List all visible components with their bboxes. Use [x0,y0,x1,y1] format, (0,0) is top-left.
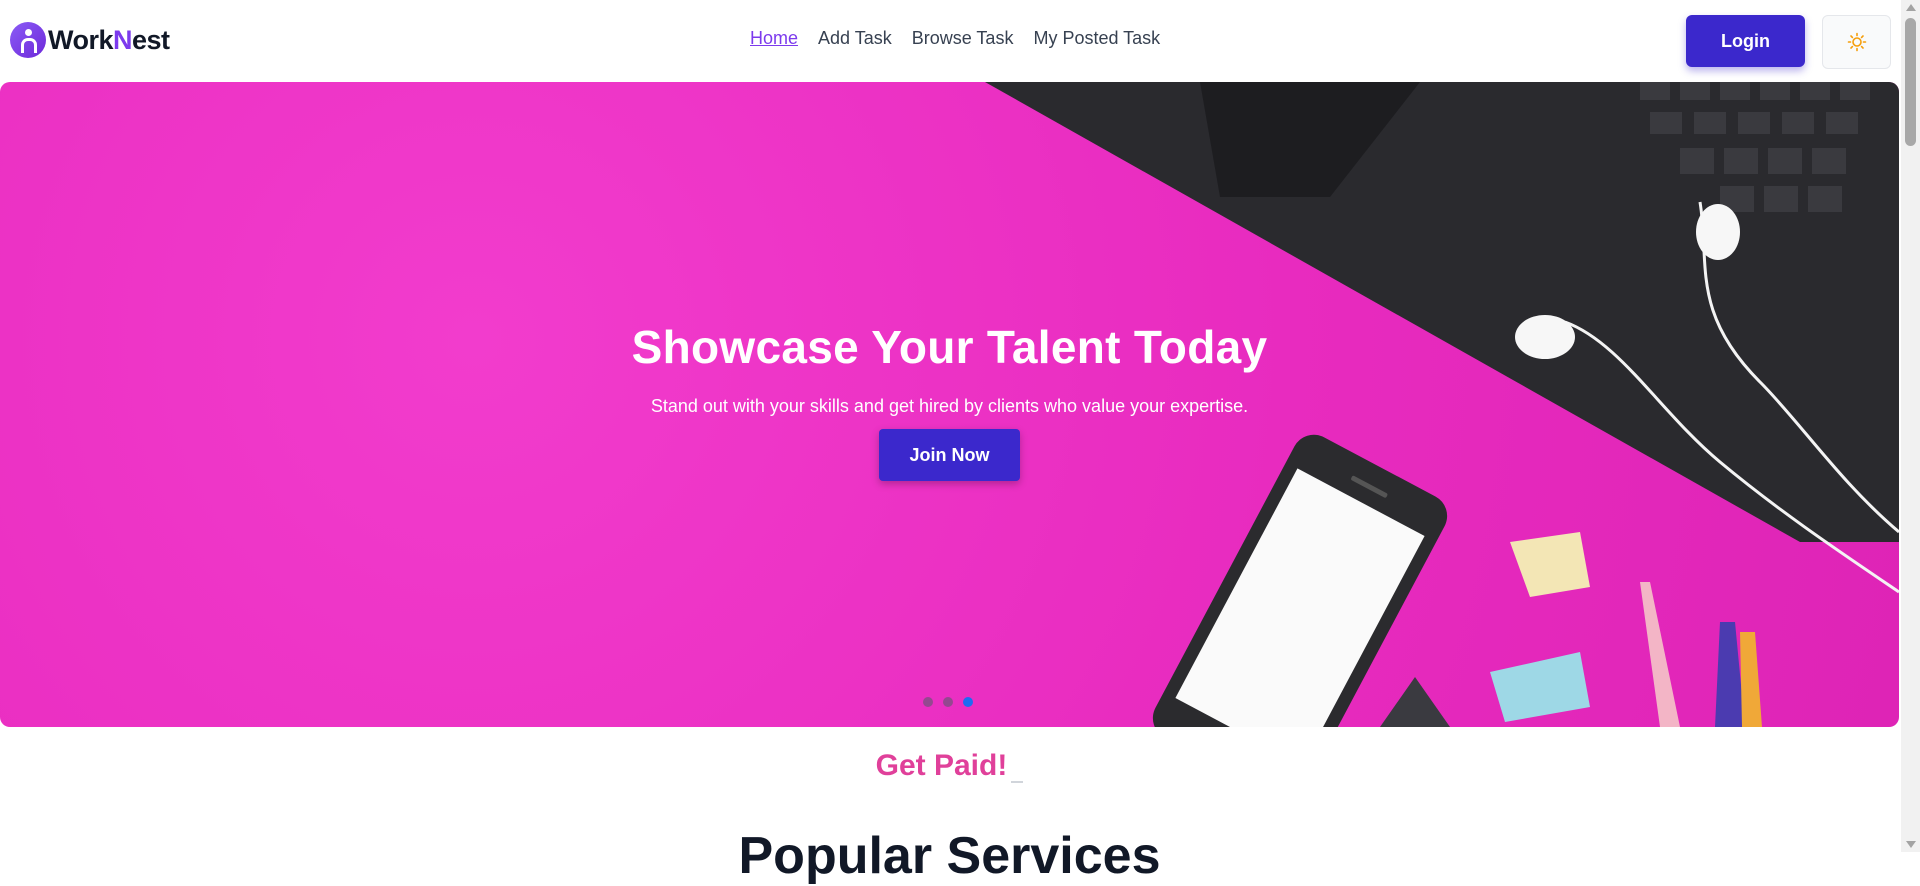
tagline-text: Get Paid! [0,749,1899,783]
theme-toggle-button[interactable] [1822,15,1891,69]
page-scrollbar[interactable] [1901,0,1920,852]
join-now-button[interactable]: Join Now [879,429,1020,481]
person-logo-icon [10,22,46,58]
scrollbar-thumb[interactable] [1905,18,1916,146]
sun-icon [1847,32,1866,52]
navbar: WorkNest Home Add Task Browse Task My Po… [0,0,1901,82]
slider-dot-2[interactable] [943,697,953,707]
slider-dot-3[interactable] [963,697,973,707]
typing-cursor [1011,781,1024,783]
brand-logo-link[interactable]: WorkNest [10,22,170,58]
hero-content: Showcase Your Talent Today Stand out wit… [0,320,1899,481]
scroll-up-arrow-icon[interactable] [1906,4,1916,11]
nav-link-browse-task[interactable]: Browse Task [912,28,1014,49]
nav-link-my-posted-task[interactable]: My Posted Task [1033,28,1160,49]
hero-subtitle: Stand out with your skills and get hired… [650,396,1249,416]
hero-slider: Showcase Your Talent Today Stand out wit… [0,82,1899,727]
brand-name: WorkNest [48,24,170,55]
slider-dot-1[interactable] [923,697,933,707]
nav-links: Home Add Task Browse Task My Posted Task [750,28,1160,49]
section-title: Popular Services [738,827,1161,885]
scroll-down-arrow-icon[interactable] [1906,841,1916,848]
hero-title: Showcase Your Talent Today [631,321,1268,373]
nav-link-add-task[interactable]: Add Task [818,28,892,49]
slider-pagination [923,697,973,707]
nav-link-home[interactable]: Home [750,28,798,49]
login-button[interactable]: Login [1686,15,1805,67]
